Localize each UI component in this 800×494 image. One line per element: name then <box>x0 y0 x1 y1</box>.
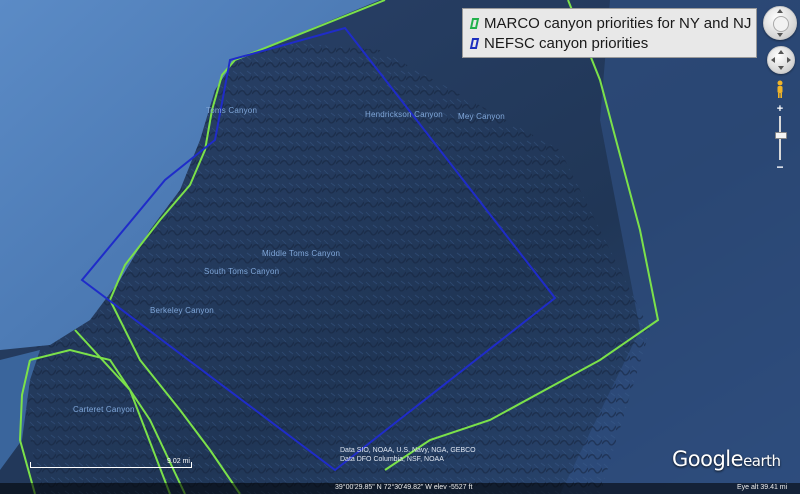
legend-label-marco: MARCO canyon priorities for NY and NJ <box>484 14 752 32</box>
legend-item-marco: MARCO canyon priorities for NY and NJ <box>469 13 756 33</box>
blue-swatch-icon <box>469 37 480 49</box>
canyon-label-toms: Toms Canyon <box>206 106 258 115</box>
look-joystick-icon[interactable] <box>763 6 797 40</box>
zoom-slider[interactable]: + − <box>774 104 787 173</box>
move-left-arrow-icon[interactable] <box>771 57 775 63</box>
pegman-icon[interactable] <box>775 80 785 98</box>
move-right-arrow-icon[interactable] <box>787 57 791 63</box>
look-up-arrow-icon[interactable] <box>777 9 783 13</box>
legend-item-nefsc: NEFSC canyon priorities <box>469 33 756 53</box>
canyon-label-carteret: Carteret Canyon <box>73 405 135 414</box>
attribution-line-1: Data SIO, NOAA, U.S. Navy, NGA, GEBCO <box>340 447 476 454</box>
cursor-coordinates: 39°00'29.85" N 72°30'49.82" W elev -5527… <box>335 484 473 491</box>
map-legend: MARCO canyon priorities for NY and NJ NE… <box>462 8 757 58</box>
canyon-label-mey: Mey Canyon <box>458 112 505 121</box>
move-joystick-icon[interactable] <box>767 46 795 74</box>
move-down-arrow-icon[interactable] <box>778 66 784 70</box>
look-down-arrow-icon[interactable] <box>777 33 783 37</box>
canyon-label-south-toms: South Toms Canyon <box>204 267 280 276</box>
legend-label-nefsc: NEFSC canyon priorities <box>484 34 649 52</box>
zoom-thumb[interactable] <box>775 132 787 139</box>
canyon-label-berkeley: Berkeley Canyon <box>150 306 214 315</box>
canyon-label-hendrickson: Hendrickson Canyon <box>365 110 443 119</box>
canyon-label-middle-toms: Middle Toms Canyon <box>262 249 341 258</box>
attribution-line-2: Data DFO Columbia, NSF, NOAA <box>340 456 444 463</box>
data-attribution: Data SIO, NOAA, U.S. Navy, NGA, GEBCO Da… <box>340 446 476 464</box>
map-view[interactable] <box>0 0 800 494</box>
move-up-arrow-icon[interactable] <box>778 50 784 54</box>
minus-icon[interactable]: − <box>774 161 786 173</box>
green-swatch-icon <box>469 17 480 29</box>
eye-altitude: Eye alt 39.41 mi <box>737 484 788 491</box>
scale-label: 9.02 mi <box>167 458 190 465</box>
look-center[interactable] <box>773 16 789 32</box>
google-earth-logo: Googleearth <box>672 447 781 471</box>
plus-icon[interactable]: + <box>774 104 786 115</box>
